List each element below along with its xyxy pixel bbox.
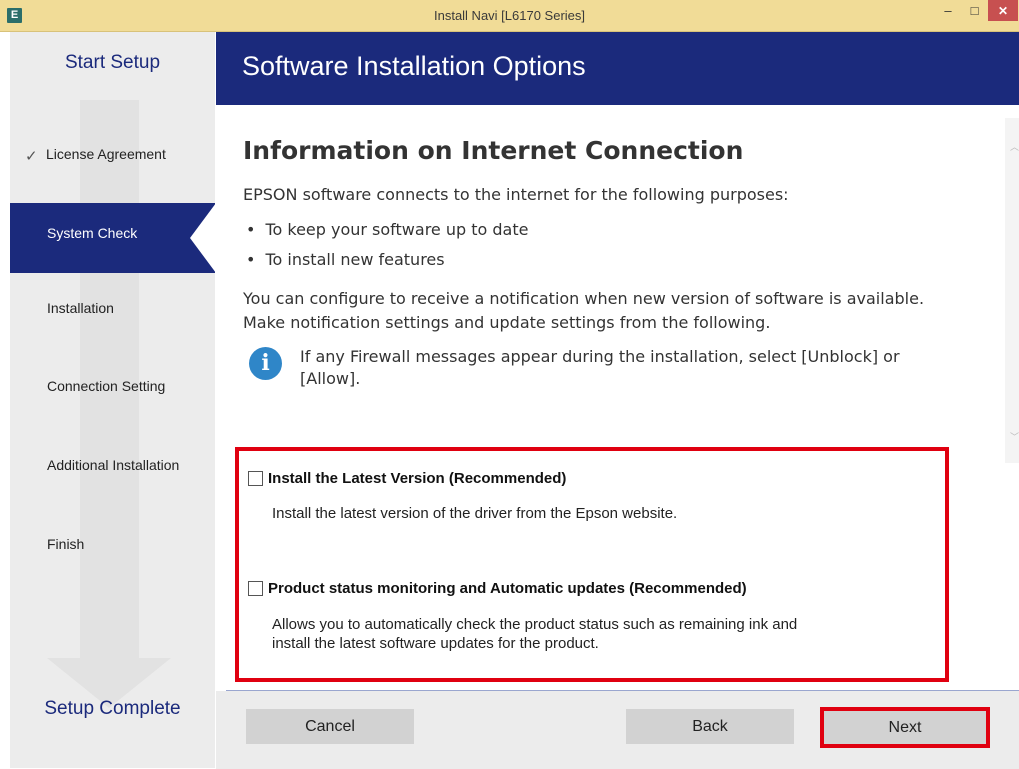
sidebar-item-label: System Check (47, 225, 138, 241)
maximize-button[interactable]: □ (961, 0, 988, 21)
title-bar: E Install Navi [L6170 Series] – □ ✕ (0, 0, 1019, 32)
option-label: Product status monitoring and Automatic … (268, 580, 747, 597)
configure-text-line1: You can configure to receive a notificat… (243, 289, 925, 308)
active-step-pointer (190, 203, 216, 273)
firewall-text-line1: If any Firewall messages appear during t… (300, 347, 900, 366)
info-icon: i (249, 347, 282, 380)
sidebar-item-label: Connection Setting (47, 378, 166, 394)
start-setup-label: Start Setup (64, 52, 161, 73)
scroll-down-icon[interactable]: ﹀ (1010, 430, 1019, 443)
sidebar-item-system-check: System Check (10, 203, 215, 273)
scrollbar[interactable] (1005, 118, 1019, 463)
intro-text: EPSON software connects to the internet … (243, 185, 789, 204)
option-install-latest[interactable]: Install the Latest Version (Recommended) (248, 470, 566, 487)
page-title: Software Installation Options (242, 51, 586, 81)
close-button[interactable]: ✕ (988, 0, 1018, 21)
option-description: Install the latest version of the driver… (272, 505, 678, 522)
sidebar-item-label: License Agreement (46, 146, 166, 162)
back-button[interactable]: Back (626, 709, 794, 744)
checkmark-icon: ✓ (25, 148, 38, 165)
sidebar-item-label: Additional Installation (47, 457, 180, 473)
cancel-button[interactable]: Cancel (246, 709, 414, 744)
sidebar-item-connection-setting: Connection Setting (10, 378, 215, 448)
sidebar-item-label: Installation (47, 300, 114, 316)
scroll-up-icon[interactable]: ︿ (1010, 140, 1019, 153)
next-button[interactable]: Next (820, 707, 990, 748)
page-header: Software Installation Options (216, 32, 1019, 105)
install-latest-checkbox[interactable] (248, 471, 263, 486)
sidebar-header: Start Setup (10, 32, 215, 92)
section-heading: Information on Internet Connection (243, 136, 744, 165)
option-label: Install the Latest Version (Recommended) (268, 470, 567, 487)
firewall-text-line2: [Allow]. (300, 369, 361, 388)
sidebar-item-label: Finish (47, 536, 85, 552)
bullet-item: To keep your software up to date (246, 218, 528, 242)
product-monitoring-checkbox[interactable] (248, 581, 263, 596)
window-title: Install Navi [L6170 Series] (433, 8, 586, 23)
option-description-line2: install the latest software updates for … (272, 635, 599, 652)
configure-text-line2: Make notification settings and update se… (243, 313, 771, 332)
bullet-item: To install new features (246, 248, 444, 272)
minimize-button[interactable]: – (935, 0, 961, 21)
sidebar-item-finish: Finish (10, 536, 215, 606)
option-description-line1: Allows you to automatically check the pr… (272, 616, 798, 633)
setup-complete-label: Setup Complete (44, 698, 181, 719)
option-product-monitoring[interactable]: Product status monitoring and Automatic … (248, 580, 747, 597)
sidebar-item-additional-installation: Additional Installation (10, 457, 215, 527)
sidebar-item-installation: Installation (10, 300, 215, 370)
